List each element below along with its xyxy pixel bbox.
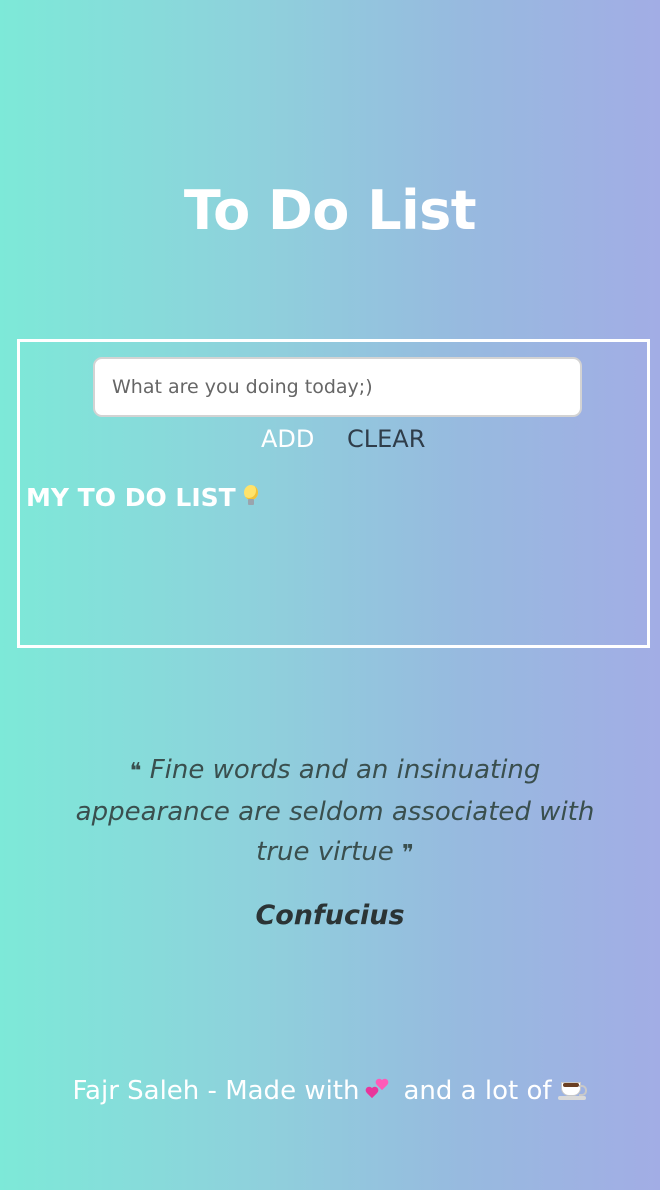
todo-panel: ADD CLEAR MY TO DO LIST xyxy=(17,339,650,648)
list-heading: MY TO DO LIST xyxy=(26,482,258,514)
close-quote-icon: ❞ xyxy=(402,841,414,866)
coffee-icon xyxy=(557,1078,588,1102)
heart-icon xyxy=(365,1079,391,1101)
quote-author: Confucius xyxy=(255,900,405,931)
page-title: To Do List xyxy=(183,179,477,243)
add-button[interactable]: ADD xyxy=(261,424,314,454)
clear-button[interactable]: CLEAR xyxy=(347,424,425,454)
footer-text-before: Fajr Saleh - Made with xyxy=(72,1076,360,1106)
task-input[interactable] xyxy=(93,357,582,417)
quote-text-block: ❝ Fine words and an insinuating appearan… xyxy=(70,750,600,874)
open-quote-icon: ❝ xyxy=(129,759,142,784)
quote-text: Fine words and an insinuating appearance… xyxy=(75,755,595,867)
footer: Fajr Saleh - Made with and a lot of xyxy=(0,1073,660,1109)
light-bulb-icon xyxy=(243,485,258,507)
footer-text-middle: and a lot of xyxy=(403,1076,552,1106)
list-heading-label: MY TO DO LIST xyxy=(26,483,236,512)
